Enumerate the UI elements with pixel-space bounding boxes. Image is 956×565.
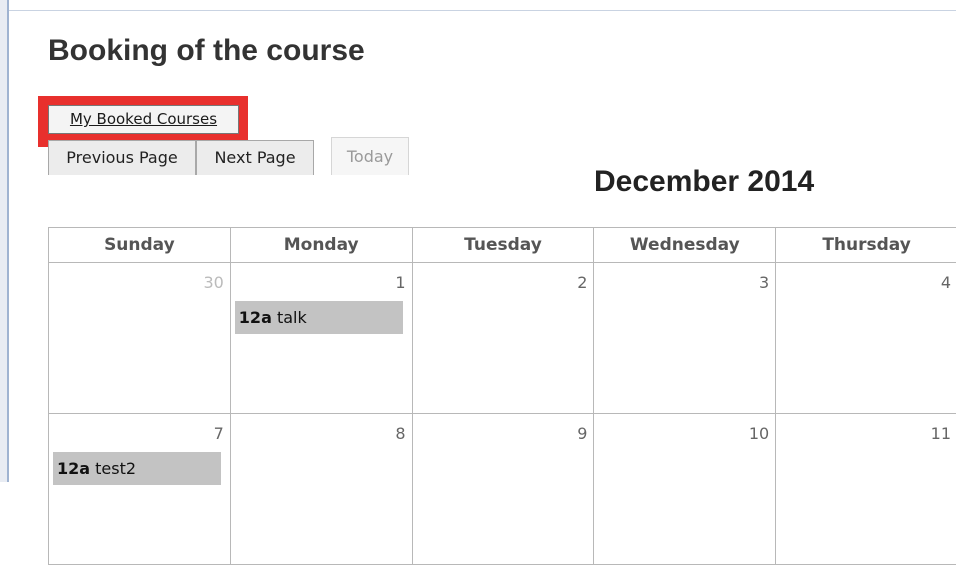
day-number: 3 <box>759 273 769 292</box>
event-time: 12a <box>239 308 272 327</box>
day-number: 2 <box>577 273 587 292</box>
event-title: test2 <box>95 459 136 478</box>
event-time: 12a <box>57 459 90 478</box>
day-cell[interactable]: 4 <box>776 263 956 414</box>
calendar-grid: Sunday Monday Tuesday Wednesday Thursday… <box>48 227 956 565</box>
left-border-bar <box>0 0 9 482</box>
weekday-header: Wednesday <box>594 228 776 263</box>
weekday-header: Thursday <box>776 228 956 263</box>
week-row: 7 12a test2 8 9 10 11 <box>49 414 956 565</box>
day-cell[interactable]: 11 <box>776 414 956 565</box>
next-page-button[interactable]: Next Page <box>196 140 314 175</box>
weekday-header-row: Sunday Monday Tuesday Wednesday Thursday <box>49 228 956 263</box>
day-cell[interactable]: 9 <box>412 414 594 565</box>
top-divider <box>9 10 956 11</box>
day-number: 8 <box>395 424 405 443</box>
day-number: 30 <box>203 273 223 292</box>
my-booked-courses-button[interactable]: My Booked Courses <box>48 105 239 134</box>
day-number: 1 <box>395 273 405 292</box>
day-cell[interactable]: 30 <box>49 263 231 414</box>
my-booked-courses-label: My Booked Courses <box>70 110 217 128</box>
week-row: 30 1 12a talk 2 3 4 <box>49 263 956 414</box>
day-number: 10 <box>749 424 769 443</box>
month-title: December 2014 <box>594 165 814 199</box>
day-cell[interactable]: 7 12a test2 <box>49 414 231 565</box>
day-number: 4 <box>941 273 951 292</box>
day-cell[interactable]: 1 12a talk <box>230 263 412 414</box>
calendar-event[interactable]: 12a test2 <box>53 452 221 485</box>
day-cell[interactable]: 2 <box>412 263 594 414</box>
weekday-header: Sunday <box>49 228 231 263</box>
calendar-event[interactable]: 12a talk <box>235 301 403 334</box>
weekday-header: Tuesday <box>412 228 594 263</box>
day-number: 7 <box>214 424 224 443</box>
event-title: talk <box>277 308 307 327</box>
day-number: 9 <box>577 424 587 443</box>
page-title: Booking of the course <box>48 34 365 68</box>
day-cell[interactable]: 8 <box>230 414 412 565</box>
day-number: 11 <box>931 424 951 443</box>
day-cell[interactable]: 3 <box>594 263 776 414</box>
day-cell[interactable]: 10 <box>594 414 776 565</box>
previous-page-button[interactable]: Previous Page <box>48 140 196 175</box>
weekday-header: Monday <box>230 228 412 263</box>
today-button: Today <box>331 137 409 175</box>
